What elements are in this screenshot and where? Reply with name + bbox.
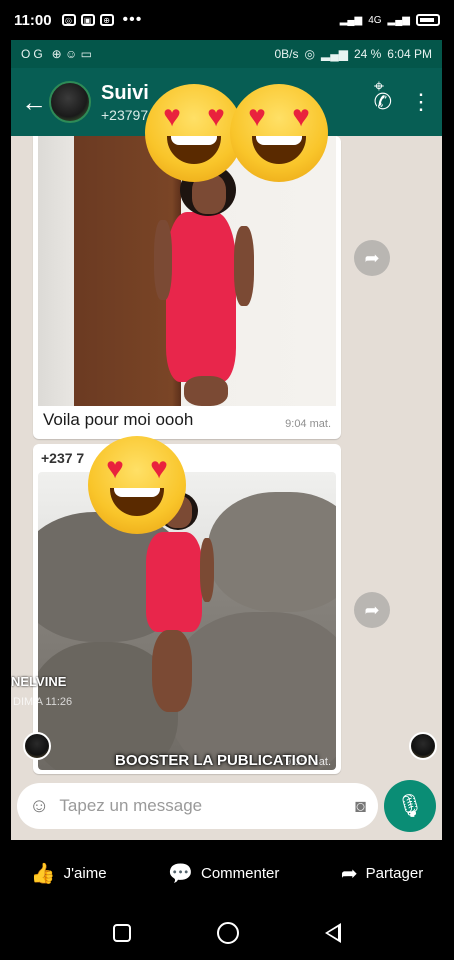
heart-eyes-emoji-icon: ♥ ♥ [145,84,243,182]
forward-button-2[interactable]: ➦ [354,592,390,628]
red-dress [146,532,202,632]
comment-icon: 💬 [168,862,193,885]
image-message-2[interactable]: +237 7 9:05 mat. [33,444,341,774]
contact-number: +23797 [101,106,149,123]
recent-apps-icon[interactable] [113,923,131,942]
share-label: Partager [365,864,424,882]
globe-icon: ⊕ [99,14,114,26]
os-status-bar: 11:00 ◎ ▣ ⊕ ••• ▂▄▆ 4G ▂▄▆ [0,0,454,40]
messenger-icon: ◎ [61,14,76,26]
arm-right [200,538,214,602]
message-input[interactable]: ☺ Tapez un message ◙ [17,783,378,829]
status-right: 0B/s ◎ ▂▄▆ 24 % 6:04 PM [274,47,432,61]
viewer-avatar-left [23,732,51,760]
network-type: 4G [368,14,382,26]
signal-icon-2: ▂▄▆ [387,14,410,26]
back-arrow-icon[interactable]: ← [21,87,47,118]
message-photo-2[interactable] [38,472,336,770]
more-notifications-icon: ••• [122,11,143,28]
battery-icon [416,14,440,26]
chat-area: Voila pour moi oooh 9:04 mat. ➦ +237 7 9… [11,136,442,840]
emoji-mouth [252,136,306,164]
location-icon: ◎ [304,47,315,61]
status-time: 6:04 PM [387,47,432,61]
back-icon[interactable] [325,922,341,943]
game-icon: ▣ [80,14,95,26]
legs [184,376,228,406]
comment-label: Commenter [201,864,280,882]
rock [168,612,336,770]
mic-button[interactable]: 🎙 [384,780,436,832]
contact-info[interactable]: Suivi +23797 [101,82,149,123]
arm-left [154,220,172,300]
contact-name: Suivi [101,81,149,104]
heart-eye: ♥ [150,452,168,485]
signal-icon: ▂▄▆ [339,14,363,26]
post-actions: 👍 J'aime 💬 Commenter ➦ Partager [0,848,454,898]
heart-eye: ♥ [106,452,124,485]
data-speed: 0B/s [274,47,299,61]
os-clock: 11:00 [14,11,52,29]
menu-icon[interactable]: ⋮ [410,89,432,115]
composer-row: ☺ Tapez un message ◙ 🎙 [11,778,442,834]
emoji-button-icon[interactable]: ☺ [29,795,49,818]
microphone-icon: 🎙 [396,793,424,818]
message-time: 9:04 mat. [285,418,331,430]
contact-avatar[interactable] [49,81,91,123]
red-dress [166,212,236,382]
heart-eye: ♥ [207,100,225,133]
message-caption: Voila pour moi oooh [43,410,194,429]
like-button[interactable]: 👍 J'aime [31,861,107,886]
emoji-mouth [167,136,221,164]
message-placeholder: Tapez un message [59,796,203,815]
signal-icon: ▂▄▆ [320,47,348,61]
battery-percent: 24 % [353,47,382,61]
whatsapp-status-bar: OG ⊕ ☺ ▭ 0B/s ◎ ▂▄▆ 24 % 6:04 PM [11,40,442,68]
status-left-icons: OG [21,47,46,61]
forward-button-1[interactable]: ➦ [354,240,390,276]
heart-eye: ♥ [163,100,181,133]
viewer-name: NELVINE [11,674,67,689]
heart-eyes-emoji-icon: ♥ ♥ [88,436,186,534]
emoji-mouth [110,488,164,516]
camera-icon[interactable]: ◙ [355,796,366,817]
viewer-avatar-right [409,732,437,760]
os-status-right: ▂▄▆ 4G ▂▄▆ [340,14,440,26]
sender-number: +237 7 [41,450,85,466]
boost-publication-button[interactable]: BOOSTER LA PUBLICATION [115,752,318,769]
heart-eye: ♥ [248,100,266,133]
heart-eyes-emoji-icon: ♥ ♥ [230,84,328,182]
viewer-time: DIM A 11:26 [13,696,73,708]
heart-eye: ♥ [292,100,310,133]
share-icon: ➦ [340,862,358,885]
like-label: J'aime [63,864,107,882]
android-navigation-bar [0,905,454,960]
rock [208,492,336,612]
thumbs-up-icon: 👍 [30,862,56,885]
comment-button[interactable]: 💬 Commenter [168,861,279,886]
home-icon[interactable] [217,921,239,944]
legs [152,630,192,712]
notification-icons: ⊕ ☺ ▭ [51,47,92,61]
map-pin-icon: ⌖ [373,76,384,96]
arm-right [234,226,254,306]
share-button[interactable]: ➦ Partager [341,861,423,886]
